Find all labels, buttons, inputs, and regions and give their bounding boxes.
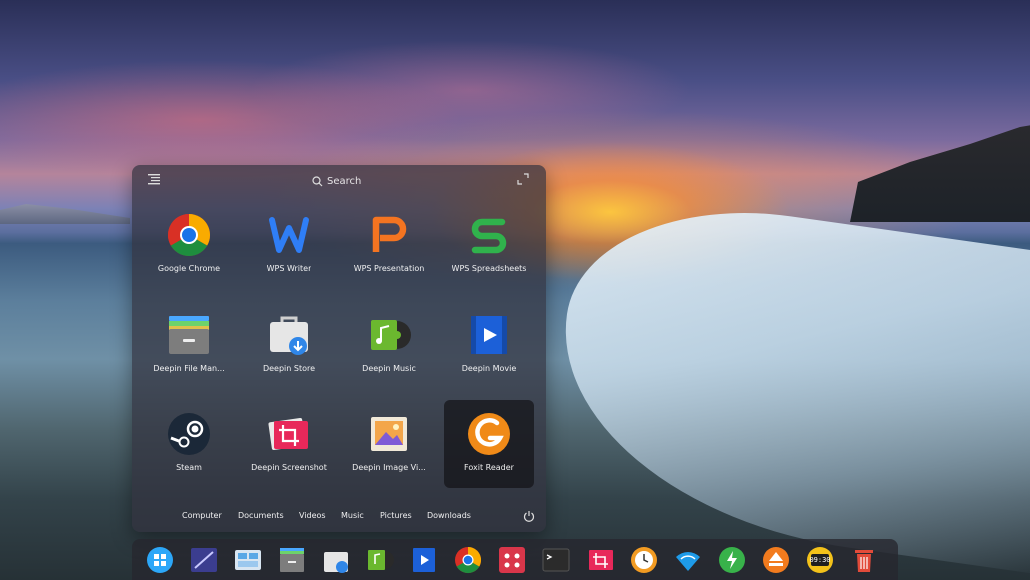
place-pictures[interactable]: Pictures <box>380 511 412 520</box>
screenshot-icon[interactable] <box>585 545 615 575</box>
chrome-icon[interactable] <box>453 545 483 575</box>
store-icon[interactable] <box>321 545 351 575</box>
wps-spreadsheets-icon <box>471 218 507 254</box>
app-wps-spreadsheets[interactable]: WPS Spreadsheets <box>444 201 534 289</box>
foxit-icon <box>468 413 510 455</box>
search-placeholder: Search <box>327 175 362 187</box>
place-downloads[interactable]: Downloads <box>427 511 471 520</box>
power-icon[interactable] <box>717 545 747 575</box>
app-label: Deepin Music <box>362 364 416 373</box>
app-label: WPS Presentation <box>353 264 425 273</box>
app-label: Deepin Screenshot <box>251 463 327 472</box>
wps-presentation-icon <box>372 216 407 252</box>
music-icon <box>371 320 411 350</box>
app-deepin-music[interactable]: Deepin Music <box>344 301 434 389</box>
place-computer[interactable]: Computer <box>182 511 222 520</box>
app-deepin-file-manager[interactable]: Deepin File Man... <box>144 301 234 389</box>
app-label: Deepin Movie <box>461 364 517 373</box>
app-label: Deepin File Man... <box>153 364 225 373</box>
dock: 09:30 <box>132 539 898 580</box>
trash-icon[interactable] <box>849 545 879 575</box>
desktop-icon[interactable] <box>233 545 263 575</box>
app-label: WPS Spreadsheets <box>451 264 527 273</box>
app-google-chrome[interactable]: Google Chrome <box>144 201 234 289</box>
movie-icon[interactable] <box>409 545 439 575</box>
time-icon[interactable]: 09:30 <box>805 545 835 575</box>
file-manager-icon <box>169 316 209 354</box>
app-deepin-screenshot[interactable]: Deepin Screenshot <box>244 400 334 488</box>
search-box[interactable]: Search <box>312 173 361 189</box>
steam-icon <box>168 413 210 455</box>
category-mode-icon[interactable] <box>148 173 160 187</box>
app-label: Google Chrome <box>157 264 221 273</box>
fullscreen-icon[interactable] <box>517 173 529 185</box>
launcher-icon[interactable] <box>145 545 175 575</box>
app-deepin-store[interactable]: Deepin Store <box>244 301 334 389</box>
search-icon <box>312 175 323 186</box>
place-music[interactable]: Music <box>341 511 364 520</box>
file-manager-icon[interactable] <box>277 545 307 575</box>
wps-writer-icon <box>269 217 309 253</box>
time-text: 09:30 <box>809 556 831 564</box>
multitasking-icon[interactable] <box>189 545 219 575</box>
app-label: Deepin Image Vi... <box>352 463 426 472</box>
launcher-header: Search <box>132 165 546 195</box>
app-wps-writer[interactable]: WPS Writer <box>244 201 334 289</box>
launcher-window: Search Google Chrome WPS Writer WPS Pres… <box>132 165 546 532</box>
place-videos[interactable]: Videos <box>299 511 326 520</box>
music-icon[interactable] <box>365 545 395 575</box>
store-icon <box>270 316 308 355</box>
wallpaper-mountain <box>850 122 1030 222</box>
app-label: Deepin Store <box>262 364 316 373</box>
wallpaper-ice <box>540 187 1030 577</box>
places-bar: Computer Documents Videos Music Pictures… <box>132 508 546 524</box>
app-label: Foxit Reader <box>464 463 514 472</box>
app-deepin-movie[interactable]: Deepin Movie <box>444 301 534 389</box>
wallpaper-left-shore <box>0 204 130 224</box>
image-viewer-icon <box>371 417 407 451</box>
app-grid-icon[interactable] <box>497 545 527 575</box>
place-documents[interactable]: Documents <box>238 511 284 520</box>
app-foxit-reader[interactable]: Foxit Reader <box>444 400 534 488</box>
clock-icon[interactable] <box>629 545 659 575</box>
power-icon[interactable] <box>523 510 535 522</box>
screenshot-icon <box>268 418 308 450</box>
movie-icon <box>471 316 507 354</box>
wifi-icon[interactable] <box>673 545 703 575</box>
app-grid: Google Chrome WPS Writer WPS Presentatio… <box>140 201 540 491</box>
app-label: Steam <box>176 463 202 472</box>
app-label: WPS Writer <box>266 264 312 273</box>
eject-icon[interactable] <box>761 545 791 575</box>
app-deepin-image-viewer[interactable]: Deepin Image Vi... <box>344 400 434 488</box>
app-wps-presentation[interactable]: WPS Presentation <box>344 201 434 289</box>
chrome-icon <box>167 214 211 257</box>
terminal-icon[interactable] <box>541 545 571 575</box>
app-steam[interactable]: Steam <box>144 400 234 488</box>
